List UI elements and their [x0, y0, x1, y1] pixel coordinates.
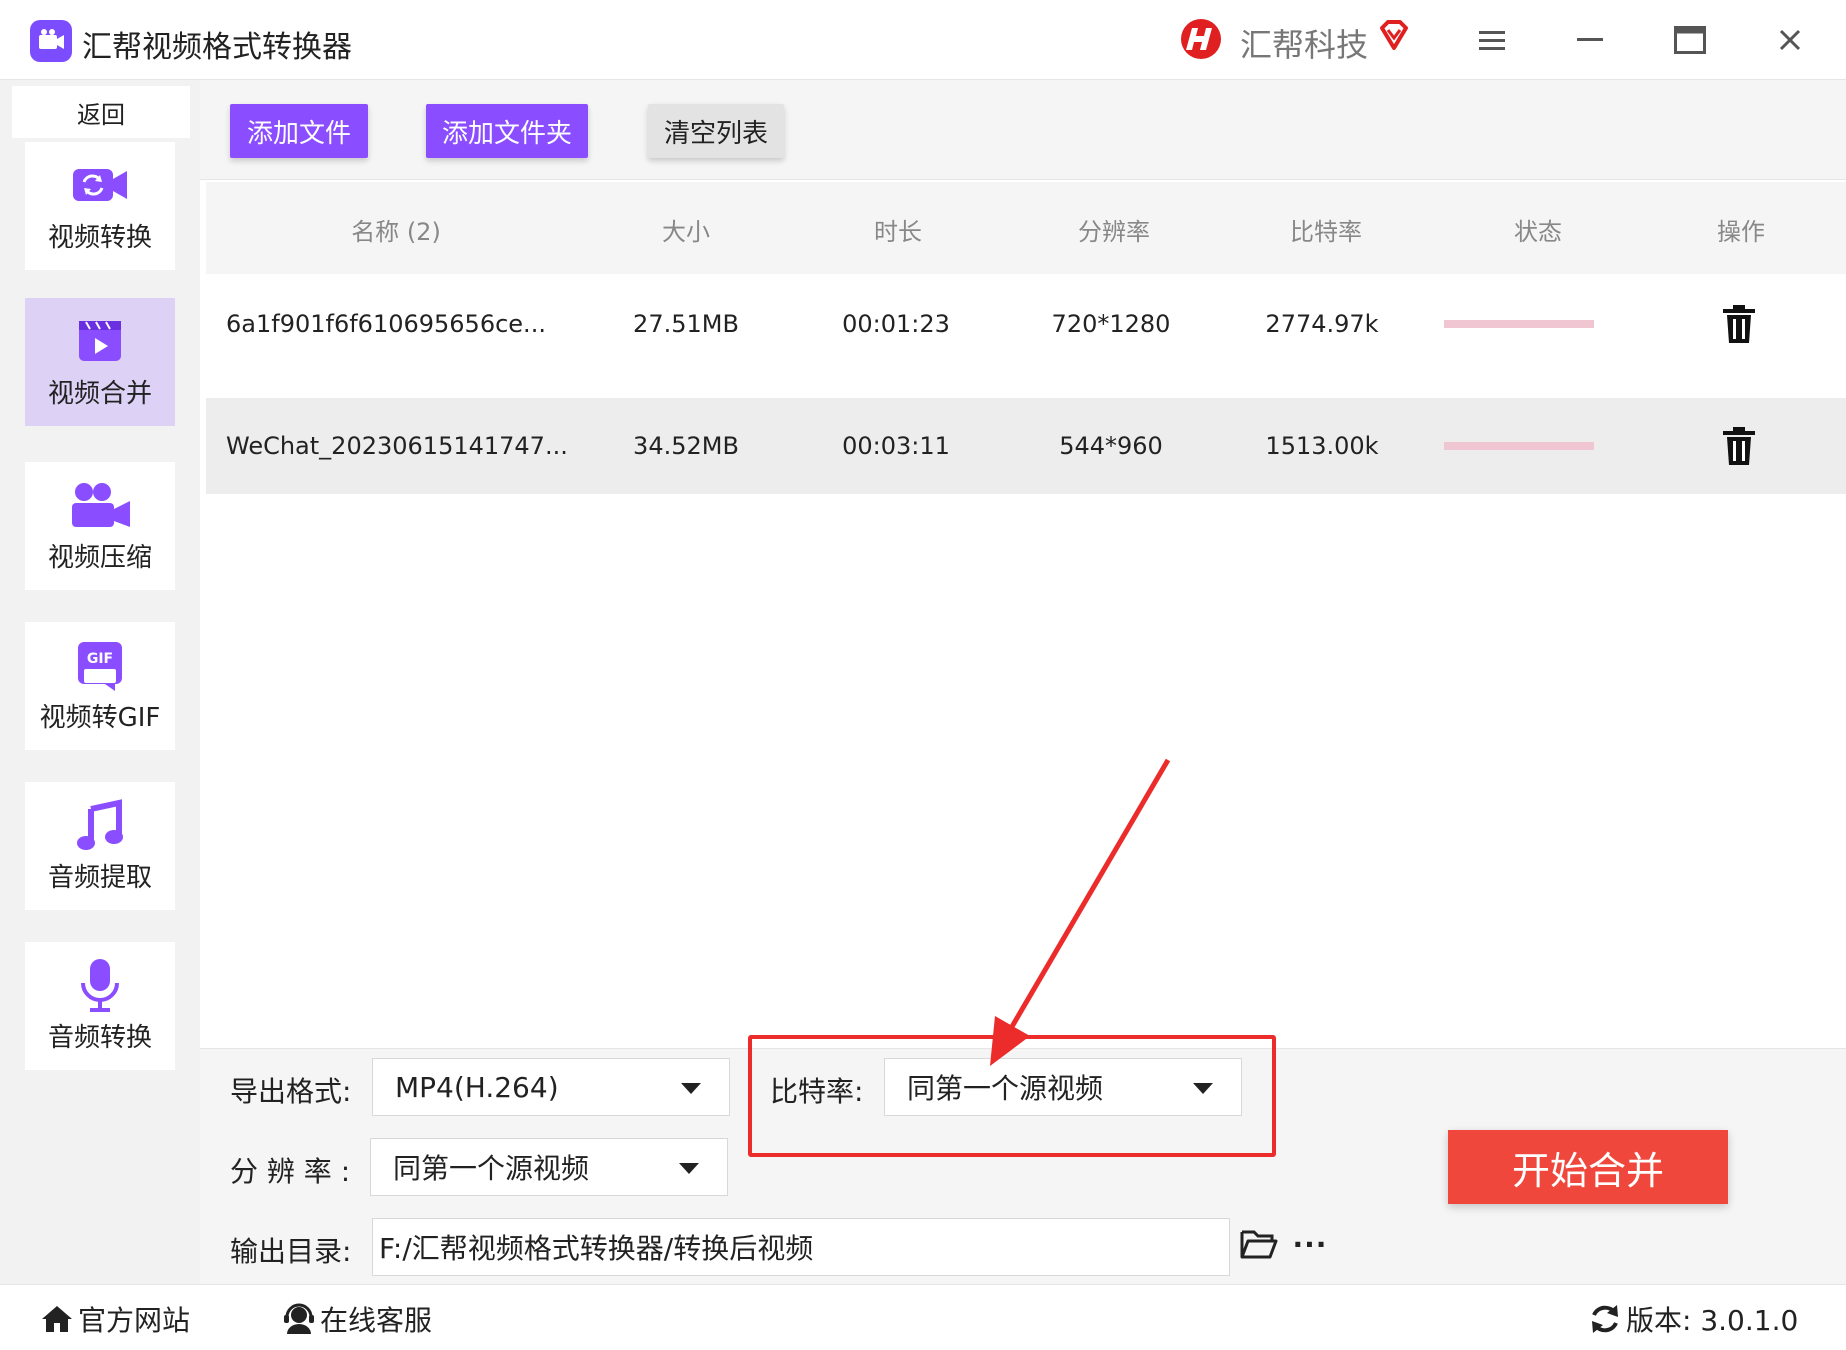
add-folder-button[interactable]: 添加文件夹: [426, 104, 588, 158]
video-compress-icon: [68, 479, 132, 531]
menu-icon[interactable]: [1470, 18, 1514, 62]
file-name: WeChat_20230615141747...: [226, 432, 568, 460]
column-header-bitrate[interactable]: 比特率: [1256, 212, 1396, 247]
file-size: 27.51MB: [633, 310, 739, 338]
column-header-size[interactable]: 大小: [626, 212, 746, 247]
file-duration: 00:03:11: [842, 432, 950, 460]
resolution-value: 同第一个源视频: [393, 1152, 590, 1185]
version-info[interactable]: 版本: 3.0.1.0: [1588, 1299, 1798, 1339]
refresh-icon: [1592, 1305, 1618, 1333]
trash-icon[interactable]: [1721, 304, 1757, 344]
add-file-button[interactable]: 添加文件: [230, 104, 368, 158]
official-website-label: 官方网站: [78, 1304, 191, 1337]
column-header-name[interactable]: 名称 (2): [276, 212, 516, 247]
microphone-icon: [68, 958, 132, 1012]
export-format-label: 导出格式:: [230, 1075, 352, 1108]
sidebar-item-label: 音频转换: [47, 1022, 152, 1053]
sidebar-item-label: 音频提取: [47, 862, 152, 893]
table-row[interactable]: WeChat_20230615141747... 34.52MB 00:03:1…: [206, 398, 1846, 494]
folder-open-icon[interactable]: [1240, 1228, 1278, 1260]
column-header-resolution[interactable]: 分辨率: [1044, 212, 1184, 247]
resolution-label: 分 辨 率 :: [230, 1155, 351, 1188]
more-options-icon[interactable]: ···: [1292, 1226, 1328, 1262]
resolution-select[interactable]: 同第一个源视频: [370, 1138, 728, 1196]
svg-text:GIF: GIF: [87, 651, 113, 667]
title-bar: 汇帮视频格式转换器 汇帮科技: [0, 0, 1846, 80]
maximize-icon[interactable]: [1668, 18, 1712, 62]
video-merge-icon: [68, 315, 132, 367]
status-progress-bar: [1444, 442, 1594, 450]
sidebar-item-audio-convert[interactable]: 音频转换: [25, 942, 175, 1070]
table-header: 名称 (2) 大小 时长 分辨率 比特率 状态 操作: [206, 182, 1846, 274]
column-header-status: 状态: [1514, 218, 1562, 246]
file-bitrate: 1513.00k: [1265, 432, 1379, 460]
music-note-icon: [68, 798, 132, 851]
output-dir-label: 输出目录:: [230, 1235, 352, 1268]
table-row[interactable]: 6a1f901f6f610695656ce... 27.51MB 00:01:2…: [206, 276, 1846, 372]
sidebar-item-video-compress[interactable]: 视频压缩: [25, 462, 175, 590]
chevron-down-icon: [681, 1083, 701, 1094]
vip-diamond-icon[interactable]: [1376, 18, 1412, 54]
sidebar-item-video-convert[interactable]: 视频转换: [25, 142, 175, 270]
gif-icon: GIF: [68, 639, 132, 691]
sidebar-item-audio-extract[interactable]: 音频提取: [25, 782, 175, 910]
sidebar-item-label: 视频转换: [47, 222, 152, 253]
video-convert-icon: [68, 159, 132, 211]
sidebar-item-video-gif[interactable]: GIF 视频转GIF: [25, 622, 175, 750]
home-icon: [42, 1306, 72, 1332]
export-format-select[interactable]: MP4(H.264): [372, 1058, 730, 1116]
file-resolution: 544*960: [1059, 432, 1163, 460]
back-button[interactable]: 返回: [12, 86, 190, 138]
sidebar-item-label: 视频转GIF: [39, 702, 161, 733]
export-format-value: MP4(H.264): [395, 1070, 559, 1104]
sidebar-item-label: 视频合并: [47, 378, 152, 409]
customer-service-icon: [284, 1303, 314, 1334]
brand-name: 汇帮科技: [1240, 26, 1369, 64]
column-header-action: 操作: [1717, 218, 1765, 246]
sidebar: 返回 视频转换 视频合并 视频压缩 GIF 视频转GIF 音频提取 音频转换: [0, 80, 200, 1284]
trash-icon[interactable]: [1721, 426, 1757, 466]
status-progress-bar: [1444, 320, 1594, 328]
file-bitrate: 2774.97k: [1265, 310, 1379, 338]
brand-logo-icon: [1181, 19, 1221, 59]
version-label: 版本: 3.0.1.0: [1626, 1304, 1799, 1337]
file-resolution: 720*1280: [1051, 310, 1171, 338]
clear-list-button[interactable]: 清空列表: [648, 104, 784, 158]
official-website-link[interactable]: 官方网站: [40, 1299, 190, 1339]
file-duration: 00:01:23: [842, 310, 950, 338]
file-name: 6a1f901f6f610695656ce...: [226, 310, 546, 338]
footer: 官方网站 在线客服 版本: 3.0.1.0: [0, 1284, 1846, 1350]
online-support-label: 在线客服: [320, 1304, 433, 1337]
toolbar: 添加文件 添加文件夹 清空列表: [200, 80, 1846, 180]
output-dir-input[interactable]: F:/汇帮视频格式转换器/转换后视频: [372, 1218, 1230, 1276]
highlight-box: [748, 1035, 1276, 1157]
sidebar-item-video-merge[interactable]: 视频合并: [25, 298, 175, 426]
close-icon[interactable]: [1768, 18, 1812, 62]
online-support-link[interactable]: 在线客服: [282, 1299, 432, 1339]
chevron-down-icon: [679, 1163, 699, 1174]
app-title: 汇帮视频格式转换器: [82, 30, 352, 65]
app-logo-icon: [30, 20, 72, 62]
column-header-duration[interactable]: 时长: [838, 212, 958, 247]
start-merge-button[interactable]: 开始合并: [1448, 1130, 1728, 1204]
minimize-icon[interactable]: [1568, 18, 1612, 62]
file-size: 34.52MB: [633, 432, 739, 460]
sidebar-item-label: 视频压缩: [47, 542, 152, 573]
